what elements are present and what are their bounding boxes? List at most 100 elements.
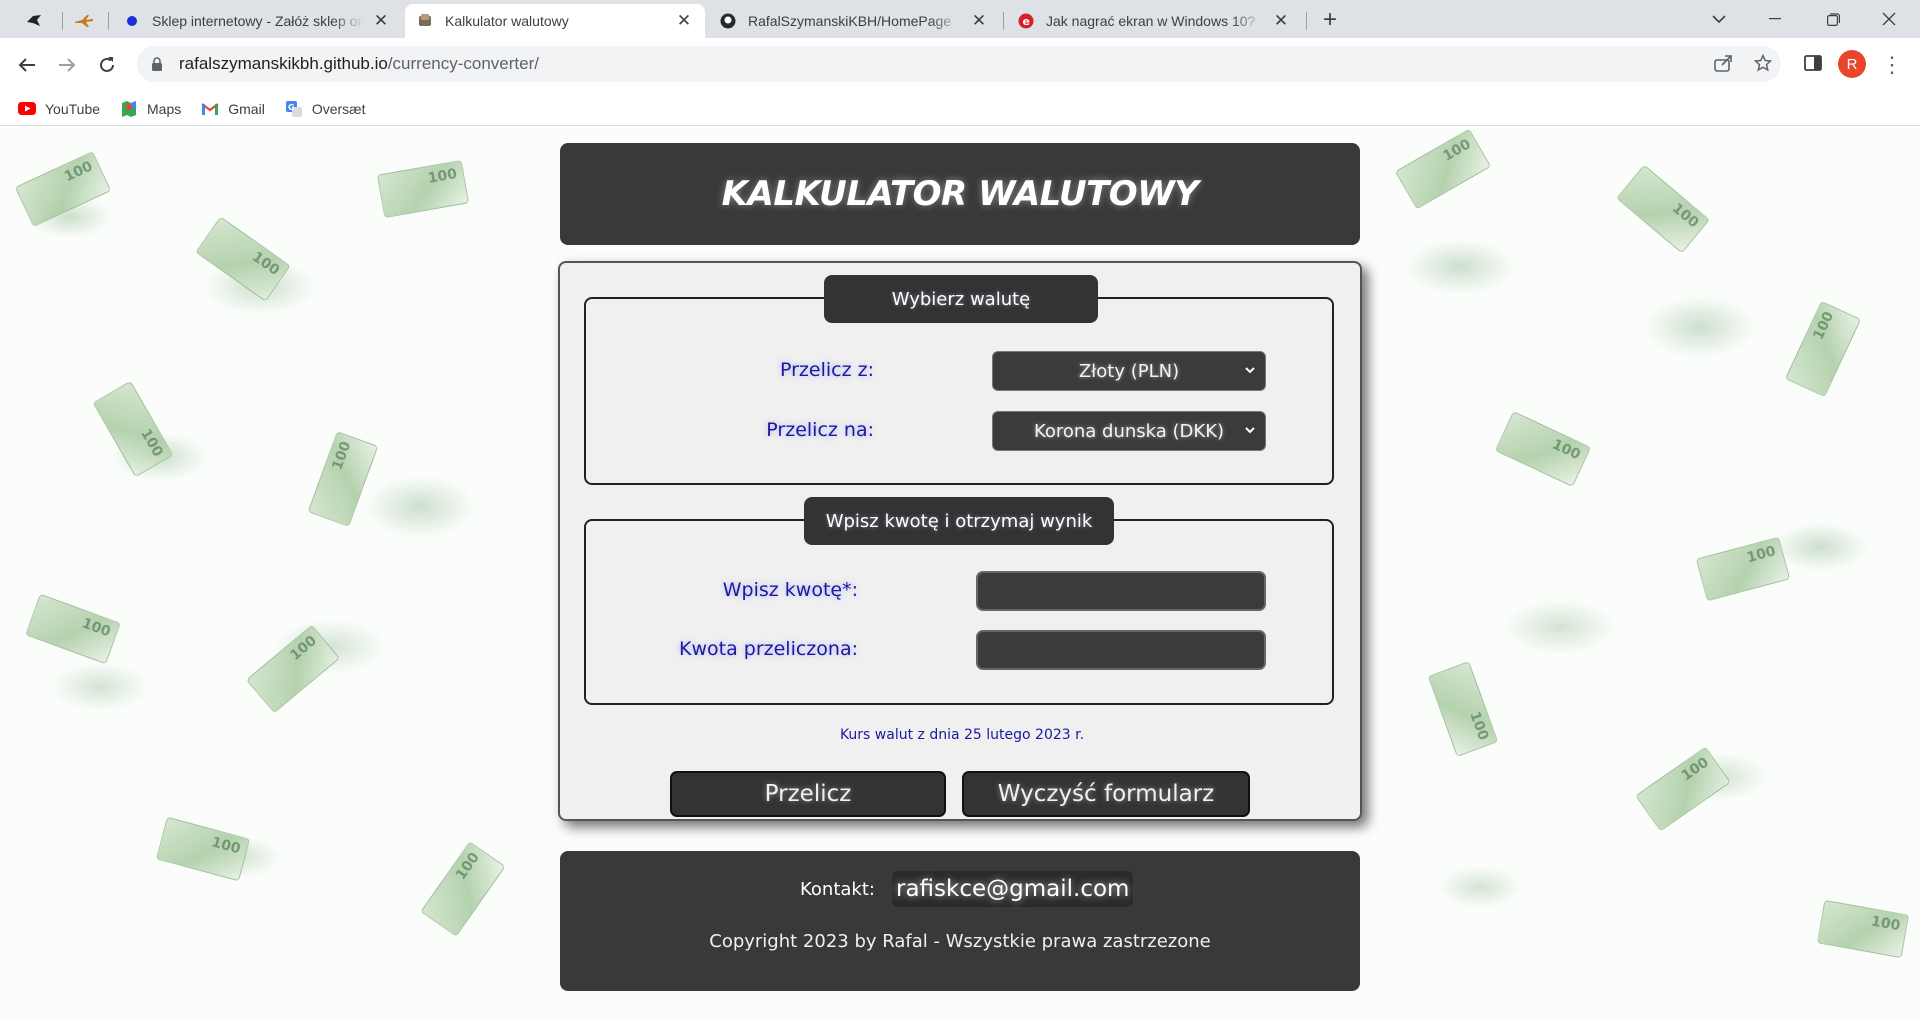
- star-icon: [1754, 54, 1772, 72]
- restore-icon: [1826, 12, 1840, 26]
- banknote-decoration: [307, 431, 379, 527]
- result-output[interactable]: [976, 630, 1266, 670]
- copyright-text: Copyright 2023 by Rafal - Wszystkie praw…: [709, 931, 1211, 952]
- tab-search-button[interactable]: [1696, 0, 1742, 38]
- bookmark-label: Gmail: [228, 100, 265, 117]
- result-label: Kwota przeliczona:: [679, 638, 858, 660]
- bookmark-youtube[interactable]: YouTube: [18, 100, 100, 118]
- pinned-tab-bird[interactable]: [14, 6, 54, 36]
- e-favicon-icon: e: [1018, 13, 1034, 29]
- close-tab-icon[interactable]: ✕: [1272, 11, 1290, 30]
- minimize-icon: [1769, 18, 1781, 20]
- exchange-rate-note: Kurs walut z dnia 25 lutego 2023 r.: [839, 727, 1085, 743]
- banknote-decoration: [1784, 300, 1862, 398]
- bookmarks-bar: YouTube Maps Gmail G Oversæt: [0, 92, 1920, 126]
- banknote-decoration: [155, 816, 251, 882]
- tab-title: Kalkulator walutowy: [445, 13, 569, 29]
- github-icon: [720, 13, 736, 29]
- bookmark-translate[interactable]: G Oversæt: [285, 100, 366, 118]
- bookmark-star-button[interactable]: [1746, 46, 1780, 80]
- close-icon: [1882, 12, 1896, 26]
- bookmark-label: Oversæt: [311, 100, 366, 117]
- banknote-decoration: [195, 216, 291, 302]
- close-tab-icon[interactable]: ✕: [372, 11, 390, 30]
- banknote-decoration: [420, 841, 506, 937]
- dot-favicon-icon: [124, 13, 140, 29]
- minimize-button[interactable]: [1752, 0, 1798, 38]
- clear-form-button[interactable]: Wyczyść formularz: [962, 771, 1250, 817]
- chevron-down-icon: [1712, 15, 1726, 24]
- back-button[interactable]: [10, 48, 44, 82]
- convert-button[interactable]: Przelicz: [670, 771, 946, 817]
- banknote-decoration: [92, 380, 174, 478]
- from-currency-value: Złoty (PLN): [1078, 360, 1180, 382]
- tab-windows-record[interactable]: e Jak nagrać ekran w Windows 10? ✕: [1006, 4, 1302, 38]
- from-currency-select[interactable]: Złoty (PLN): [992, 351, 1266, 391]
- arrow-right-icon: [59, 58, 76, 72]
- forward-button[interactable]: [50, 48, 84, 82]
- footer-panel: Kontakt: rafiskce@gmail.com Copyright 20…: [560, 851, 1360, 991]
- airplane-icon: [75, 15, 93, 27]
- banknote-decoration: [1635, 746, 1731, 832]
- gmail-icon: [201, 100, 219, 118]
- chevron-down-icon: [1245, 427, 1255, 434]
- banknote-decoration: [1615, 164, 1711, 254]
- amount-input[interactable]: [976, 571, 1266, 611]
- bookmark-label: Maps: [147, 100, 182, 117]
- banknote-decoration: [376, 159, 470, 219]
- contact-label: Kontakt:: [800, 879, 875, 900]
- svg-text:G: G: [288, 103, 295, 112]
- banknote-decoration: [1816, 899, 1910, 959]
- svg-text:e: e: [1023, 15, 1030, 28]
- url-text: rafalszymanskikbh.github.io/currency-con…: [179, 54, 539, 74]
- bookmark-maps[interactable]: Maps: [120, 100, 181, 118]
- tab-title: Jak nagrać ekran w Windows 10?: [1046, 13, 1256, 29]
- tab-title: Sklep internetowy - Załóż sklep online: [152, 13, 364, 29]
- share-icon: [1714, 55, 1732, 72]
- browser-toolbar: rafalszymanskikbh.github.io/currency-con…: [0, 38, 1920, 92]
- tab-sklep[interactable]: Sklep internetowy - Załóż sklep online ✕: [112, 4, 402, 38]
- bookmark-gmail[interactable]: Gmail: [201, 100, 265, 118]
- reload-button[interactable]: [90, 48, 124, 82]
- new-tab-button[interactable]: +: [1316, 6, 1344, 34]
- banknote-decoration: [1394, 128, 1492, 210]
- side-panel-button[interactable]: [1796, 46, 1830, 80]
- amount-legend: Wpisz kwotę i otrzymaj wynik: [804, 497, 1114, 545]
- bird-icon: [27, 15, 41, 26]
- amount-fieldset: Wpisz kwotę i otrzymaj wynik Wpisz kwotę…: [584, 497, 1334, 705]
- tab-strip: Sklep internetowy - Załóż sklep online ✕…: [0, 0, 1920, 38]
- lock-icon[interactable]: [151, 56, 165, 72]
- banknote-decoration: [1494, 410, 1592, 488]
- address-bar[interactable]: rafalszymanskikbh.github.io/currency-con…: [137, 46, 1781, 82]
- translate-icon: G: [285, 100, 303, 118]
- page-title: KALKULATOR WALUTOWY: [721, 174, 1199, 214]
- converter-form: Wybierz walutę Przelicz z: Złoty (PLN) P…: [558, 261, 1362, 821]
- share-button[interactable]: [1706, 46, 1740, 80]
- profile-avatar[interactable]: R: [1838, 50, 1866, 78]
- bookmark-label: YouTube: [45, 100, 101, 117]
- to-currency-select[interactable]: Korona dunska (DKK): [992, 411, 1266, 451]
- currency-fieldset: Wybierz walutę Przelicz z: Złoty (PLN) P…: [584, 275, 1334, 485]
- close-window-button[interactable]: [1866, 0, 1912, 38]
- contact-email-link[interactable]: rafiskce@gmail.com: [892, 871, 1134, 907]
- side-panel-icon: [1804, 55, 1822, 71]
- to-currency-label: Przelicz na:: [766, 419, 874, 441]
- to-currency-value: Korona dunska (DKK): [1033, 420, 1225, 442]
- page-viewport: KALKULATOR WALUTOWY Wybierz walutę Przel…: [0, 127, 1920, 1020]
- currency-legend: Wybierz walutę: [824, 275, 1098, 323]
- arrow-left-icon: [18, 58, 35, 72]
- from-currency-label: Przelicz z:: [780, 359, 874, 381]
- maps-icon: [120, 100, 138, 118]
- banknote-decoration: [25, 593, 121, 665]
- pinned-tab-plane[interactable]: [64, 6, 104, 36]
- tab-kalkulator[interactable]: Kalkulator walutowy ✕: [405, 4, 705, 38]
- close-tab-icon[interactable]: ✕: [970, 11, 988, 30]
- tab-github[interactable]: RafalSzymanskiKBH/HomePage ✕: [708, 4, 1000, 38]
- url-path: /currency-converter/: [387, 54, 539, 73]
- banknote-decoration: [245, 624, 341, 714]
- banknote-decoration: [1427, 661, 1499, 757]
- amount-label: Wpisz kwotę*:: [722, 579, 858, 601]
- browser-menu-icon[interactable]: ⋮: [1881, 48, 1903, 82]
- close-tab-icon[interactable]: ✕: [675, 11, 693, 30]
- restore-button[interactable]: [1810, 0, 1856, 38]
